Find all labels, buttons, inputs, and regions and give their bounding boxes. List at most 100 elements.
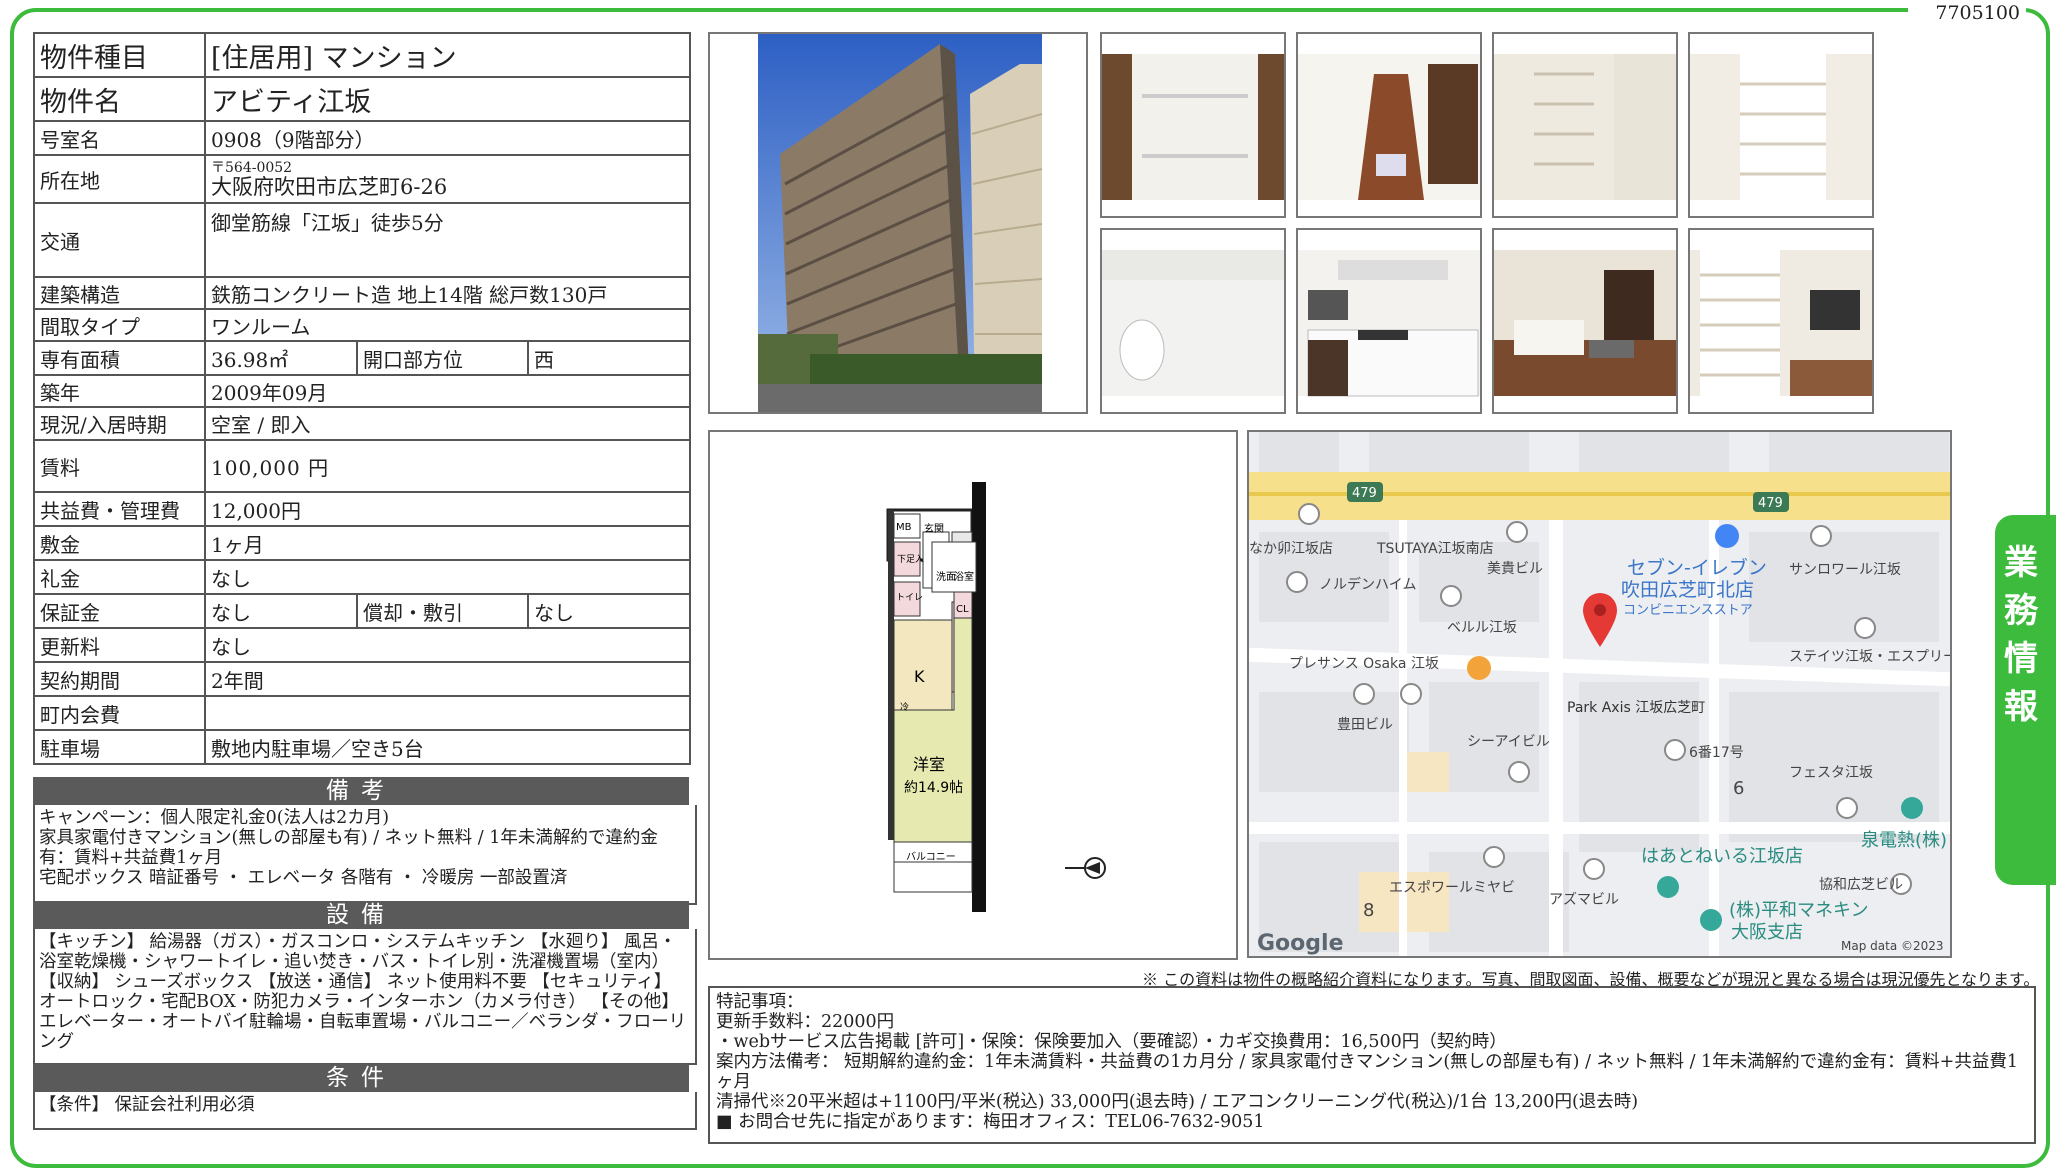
route-479-badge: 479 [1347,482,1383,502]
map-label: 6番17号 [1689,745,1744,761]
map-label: 協和広芝ビル [1819,877,1903,893]
plan-kitchen-label: K [914,667,925,686]
status-label: 現況/入居時期 [33,406,206,441]
store-pin-icon [1715,524,1739,548]
map-label: プレサンス Osaka 江坂 [1289,656,1439,672]
facing-label: 開口部方位 [356,340,529,376]
facilities-box: 【キッチン】 給湯器（ガス）・ガスコンロ・システムキッチン 【水廻り】 風呂・浴… [33,929,697,1065]
interior-photo[interactable] [1492,228,1678,414]
conditions-box: 【条件】 保証会社利用必須 [33,1092,697,1130]
interior-photo[interactable] [1100,32,1286,218]
name-label: 物件名 [33,76,206,122]
rent-value: 100,000 円 [203,439,692,493]
special-notes-line: ・webサービス広告掲載 [許可]・保険：保険要加入（要確認）・カギ交換費用：1… [716,1032,1507,1052]
access-value: 御堂筋線「江坂」徒歩5分 [203,202,692,278]
keymoney-label: 礼金 [33,559,206,595]
store-name: セブン-イレブン [1627,556,1767,579]
bakery-label: はあとねいる江坂店 [1641,846,1803,867]
map-label: サンロワール江坂 [1789,562,1901,578]
hallway-photo-image [1298,54,1480,200]
layout-label: 間取タイプ [33,308,206,342]
interior-photo[interactable] [1492,32,1678,218]
north-arrow-icon [1065,857,1106,879]
town-value [203,695,692,731]
property-info-table: 物件種目 [住居用] マンション 物件名 アビティ江坂 号室名 0908（9階部分） … [33,32,692,765]
rent-label: 賃料 [33,439,206,493]
fee-value: 12,000円 [203,491,692,527]
interior-photo[interactable] [1100,228,1286,414]
company-label: (株)平和マネキン [1729,900,1869,921]
layout-value: ワンルーム [203,308,692,342]
deposit-value: 1ヶ月 [203,525,692,561]
map-label: 美貴ビル [1487,561,1543,577]
interior-photo[interactable] [1688,32,1874,218]
plan-balcony-label: バルコニー [906,851,956,863]
map-label: ノルデンハイム [1319,576,1416,593]
building-photo-image [758,34,1043,412]
tab-char: 務 [2004,591,2038,631]
google-logo: Google [1257,931,1344,956]
map-label: アズマビル [1549,892,1619,908]
map-label: エスポワールミヤビ [1389,880,1515,896]
plan-entrance-label: 玄関 [924,522,944,535]
address-cell: 〒564-0052 大阪府吹田市広芝町6-26 [203,154,692,204]
postal-code: 〒564-0052 [211,160,293,176]
special-notes-heading: 特記事項： [716,992,804,1012]
toilet-photo-image [1102,250,1284,396]
kitchen-photo-image [1298,250,1480,397]
restaurant-pin-icon [1467,656,1491,680]
type-value: [住居用] マンション [203,32,692,78]
map-data-credit: Map data ©2023 [1841,939,1944,953]
plan-mb-label: MB [896,522,912,533]
renewal-label: 更新料 [33,627,206,663]
remarks-line: キャンペーン：個人限定礼金0(法人は2カ月) [39,808,390,828]
map-label: ステイツ江坂・エスプリート [1789,649,1950,665]
closet-photo-image [1102,54,1284,200]
plan-toilet-label: トイレ [896,593,923,603]
interior-photo[interactable] [1296,32,1482,218]
map-label: ベルル江坂 [1447,620,1517,636]
built-label: 築年 [33,374,206,408]
map-label: 8 [1363,900,1374,921]
structure-label: 建築構造 [33,276,206,310]
term-label: 契約期間 [33,661,206,697]
fee-label: 共益費・管理費 [33,491,206,527]
special-notes-line: 清掃代※20平米超は+1100円/平米(税込) 33,000円(退去時) / エ… [716,1092,1639,1112]
floor-plan-drawing: MB 玄関 下足入 トイレ 洗面 浴室 CL K 冷 洋室 約14.9帖 バルコ… [886,482,1106,912]
map-label: 6 [1733,778,1744,799]
interior-photo[interactable] [1688,228,1874,414]
room-value: 0908（9階部分） [203,120,692,156]
remarks-line: 宅配ボックス 暗証番号 ・ エレベータ 各階有 ・ 冷暖房 一部設置済 [39,868,568,888]
location-map[interactable]: 479 479 なか卯江坂店 TSUTAYA江坂南店 美貴ビル ノルデンハイム … [1247,430,1952,958]
plan-closet-label: CL [956,604,969,615]
plan-fridge-label: 冷 [900,701,909,713]
address-value: 大阪府吹田市広芝町6-26 [211,175,448,199]
business-info-tab[interactable]: 業 務 情 報 [1995,515,2056,885]
plan-room-name: 洋室 [913,755,945,774]
plan-shoes-label: 下足入 [897,554,924,565]
building-photo[interactable] [708,32,1088,414]
tab-char: 情 [2004,639,2038,679]
tab-char: 報 [2004,687,2038,727]
interior-photo[interactable] [1296,228,1482,414]
route-label: 479 [1352,486,1377,501]
plan-room-size: 約14.9帖 [904,780,963,796]
facing-value: 西 [526,340,692,376]
floor-plan[interactable]: MB 玄関 下足入 トイレ 洗面 浴室 CL K 冷 洋室 約14.9帖 バルコ… [708,430,1238,960]
special-notes-line: ■ お問合せ先に指定があります：梅田オフィス：TEL06-7632-9051 [716,1112,1265,1132]
store-branch: 吹田広芝町北店 [1621,579,1754,601]
cabinet-photo-image [1690,54,1872,200]
area-label: 専有面積 [33,340,206,376]
guarantee-value: なし [204,593,358,629]
special-notes-line: 案内方法備考： 短期解約違約金：1年未満賃料・共益費の1カ月分 / 家具家電付き… [716,1052,2018,1092]
store-type: コンビニエンスストア [1623,603,1753,618]
status-value: 空室 / 即入 [203,406,692,441]
route-label: 479 [1758,496,1783,511]
facilities-text: 【キッチン】 給湯器（ガス）・ガスコンロ・システムキッチン 【水廻り】 風呂・浴… [39,932,687,1052]
conditions-header: 条件 [33,1064,689,1092]
map-label: なか卯江坂店 [1249,541,1333,557]
company-branch-label: 大阪支店 [1731,922,1803,943]
area-value: 36.98㎡ [204,340,358,376]
amort-value: なし [526,593,692,629]
structure-value: 鉄筋コンクリート造 地上14階 総戸数130戸 [203,276,692,310]
